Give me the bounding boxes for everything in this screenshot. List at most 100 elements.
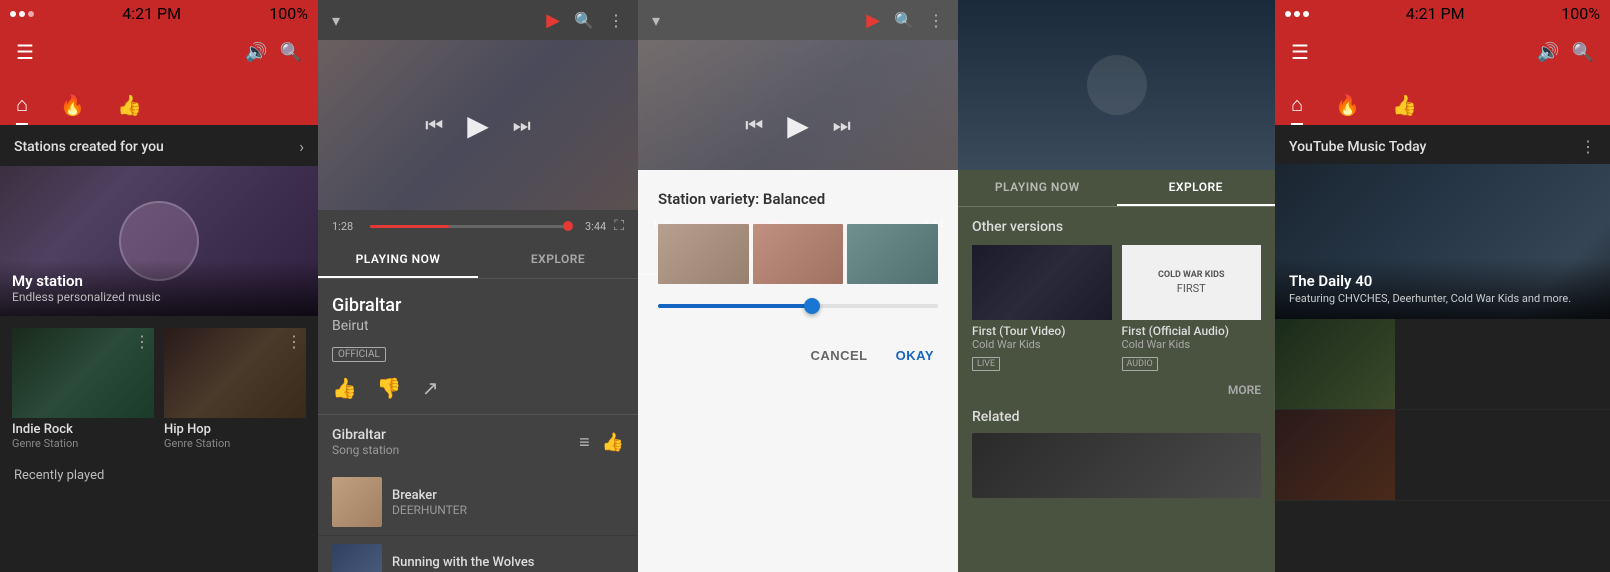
modal-title: Station variety: Balanced	[658, 190, 938, 208]
panel4-video-content	[958, 0, 1275, 170]
panel-playing-now: ▾ ▶ 🔍 ⋮ ⏮ ▶ ⏭ 1:28 3:44 ⛶ PLAYING NOW EX…	[318, 0, 638, 572]
version-title-tour: First (Tour Video)	[972, 324, 1112, 338]
chevron-down-icon-3[interactable]: ▾	[652, 11, 660, 30]
modal-thumbnails	[658, 224, 938, 284]
nav-home-1[interactable]: ⌂	[16, 92, 28, 125]
queue-title-breaker: Breaker	[392, 488, 624, 503]
panel-yt-today: 4:21 PM 100% ☰ 🔊 🔍 ⌂ 🔥 👍 YouTube Music T…	[1275, 0, 1610, 572]
nav-thumbsup-1[interactable]: 👍	[117, 93, 142, 125]
nav-trending-1[interactable]: 🔥	[60, 93, 85, 125]
youtube-logo-icon[interactable]: ▶	[546, 10, 560, 31]
ok-button[interactable]: OKAY	[892, 340, 938, 371]
track-title-2: Gibraltar	[332, 295, 624, 316]
modal-actions: CANCEL OKAY	[658, 332, 938, 379]
station-type-2: Song station	[332, 443, 399, 457]
panel-modal: ▾ ▶ 🔍 ⋮ ⏮ ▶ ⏭ 1:28 3:44 PLAYING NOW EXPL…	[638, 0, 958, 572]
stations-header: Stations created for you ›	[0, 125, 318, 166]
genre-card-hiphop[interactable]: ⋮ Hip Hop Genre Station	[164, 328, 306, 450]
search-icon-5[interactable]: 🔍	[1572, 42, 1594, 63]
tabs-bar-2: PLAYING NOW EXPLORE	[318, 242, 638, 279]
status-time-5: 4:21 PM	[1406, 4, 1465, 23]
tab-explore-2[interactable]: EXPLORE	[478, 242, 638, 278]
queue-item-breaker[interactable]: Breaker DEERHUNTER	[318, 469, 638, 536]
progress-track-2[interactable]	[370, 225, 568, 228]
track-artist-2: Beirut	[332, 318, 624, 334]
search-icon-3[interactable]: 🔍	[894, 11, 914, 30]
my-station-card[interactable]: My station Endless personalized music	[0, 166, 318, 316]
hiphop-more-icon[interactable]: ⋮	[286, 332, 302, 351]
queue-item-aurora[interactable]: Running with the Wolves AURORA	[318, 536, 638, 572]
menu-icon-5[interactable]: ☰	[1291, 40, 1309, 64]
panel3-play-controls: ⏮ ▶ ⏭	[745, 109, 851, 142]
my-station-overlay: My station Endless personalized music	[0, 260, 318, 316]
panel4-body: Other versions First (Tour Video) Cold W…	[958, 207, 1275, 572]
daily40-card[interactable]: The Daily 40 Featuring CHVCHES, Deerhunt…	[1275, 164, 1610, 319]
related-thumb[interactable]	[972, 433, 1261, 498]
nav-thumbsup-5[interactable]: 👍	[1392, 93, 1417, 125]
youtube-logo-icon-3[interactable]: ▶	[866, 10, 880, 31]
chevron-right-icon[interactable]: ›	[299, 137, 304, 156]
panel2-header-icons: ▶ 🔍 ⋮	[546, 10, 624, 31]
playback-controls: ⏮ ▶ ⏭	[425, 109, 531, 142]
station-thumbs-up-icon[interactable]: 👍	[602, 432, 624, 453]
version-card-tour[interactable]: First (Tour Video) Cold War Kids LIVE	[972, 245, 1112, 371]
more-vert-icon-2[interactable]: ⋮	[608, 11, 624, 30]
status-dots-5	[1285, 11, 1309, 17]
station-variety-modal: Station variety: Balanced CANCEL OKAY	[638, 170, 958, 572]
genre-row: ⋮ Indie Rock Genre Station ⋮ Hip Hop Gen…	[0, 328, 318, 450]
modal-value: Balanced	[763, 190, 825, 208]
tab-playing-now-2[interactable]: PLAYING NOW	[318, 242, 478, 278]
skip-forward-button[interactable]: ⏭	[513, 113, 531, 137]
nav-trending-5[interactable]: 🔥	[1335, 93, 1360, 125]
now-playing-video: ⏮ ▶ ⏭	[318, 40, 638, 210]
nav-home-5[interactable]: ⌂	[1291, 92, 1303, 125]
status-bar-1: 4:21 PM 100%	[0, 0, 318, 27]
yt-today-title: YouTube Music Today	[1289, 139, 1426, 155]
queue-info-aurora: Running with the Wolves AURORA	[392, 555, 624, 572]
variety-slider-thumb[interactable]	[804, 298, 820, 314]
header-icons-1: 🔊 🔍	[245, 42, 302, 63]
hiphop-sub: Genre Station	[164, 437, 306, 450]
hiphop-image	[164, 328, 306, 418]
modal-content: Station variety: Balanced CANCEL OKAY	[638, 170, 958, 572]
progress-dot-2	[563, 221, 573, 231]
play-pause-button[interactable]: ▶	[467, 109, 489, 142]
my-station-label: My station	[12, 272, 306, 290]
station-action-icons: ≡ 👍	[579, 432, 624, 453]
indie-more-icon[interactable]: ⋮	[134, 332, 150, 351]
play-pause-button-3[interactable]: ▶	[787, 109, 809, 142]
header-icons-5: 🔊 🔍	[1537, 42, 1594, 63]
more-vert-icon-3[interactable]: ⋮	[928, 11, 944, 30]
version-card-audio[interactable]: COLD WAR KIDS FIRST First (Official Audi…	[1122, 245, 1262, 371]
related-title: Related	[972, 409, 1261, 425]
menu-icon[interactable]: ☰	[16, 40, 34, 64]
versions-row: First (Tour Video) Cold War Kids LIVE CO…	[972, 245, 1261, 371]
queue-artist-breaker: DEERHUNTER	[392, 503, 624, 517]
cancel-button[interactable]: CANCEL	[806, 340, 871, 371]
fullscreen-icon[interactable]: ⛶	[614, 218, 624, 234]
thumbs-down-icon-2[interactable]: 👎	[377, 376, 402, 400]
more-vert-icon-5[interactable]: ⋮	[1580, 137, 1596, 156]
chevron-down-icon-2[interactable]: ▾	[332, 11, 340, 30]
panel4-video	[958, 0, 1275, 170]
search-icon-2[interactable]: 🔍	[574, 11, 594, 30]
thumbs-up-icon-2[interactable]: 👍	[332, 376, 357, 400]
p5-list-item-2[interactable]	[1275, 410, 1610, 501]
status-dots	[10, 11, 34, 17]
tab-playing-now-4[interactable]: PLAYING NOW	[958, 170, 1117, 206]
bottom-nav-1: ⌂ 🔥 👍	[0, 77, 318, 125]
genre-card-indie[interactable]: ⋮ Indie Rock Genre Station	[12, 328, 154, 450]
share-icon-2[interactable]: ↗	[422, 376, 439, 400]
speaker-icon[interactable]: 🔊	[245, 42, 267, 63]
skip-forward-button-3[interactable]: ⏭	[833, 113, 851, 137]
tab-explore-4[interactable]: EXPLORE	[1117, 170, 1276, 206]
skip-back-button[interactable]: ⏮	[425, 113, 443, 137]
equalizer-icon[interactable]: ≡	[579, 432, 590, 453]
speaker-icon-5[interactable]: 🔊	[1537, 42, 1559, 63]
more-button[interactable]: MORE	[972, 383, 1261, 397]
p5-list-item-1[interactable]	[1275, 319, 1610, 410]
daily40-sub: Featuring CHVCHES, Deerhunter, Cold War …	[1289, 292, 1596, 305]
skip-back-button-3[interactable]: ⏮	[745, 113, 763, 137]
variety-slider-track[interactable]	[658, 304, 938, 308]
search-icon-1[interactable]: 🔍	[280, 42, 302, 63]
